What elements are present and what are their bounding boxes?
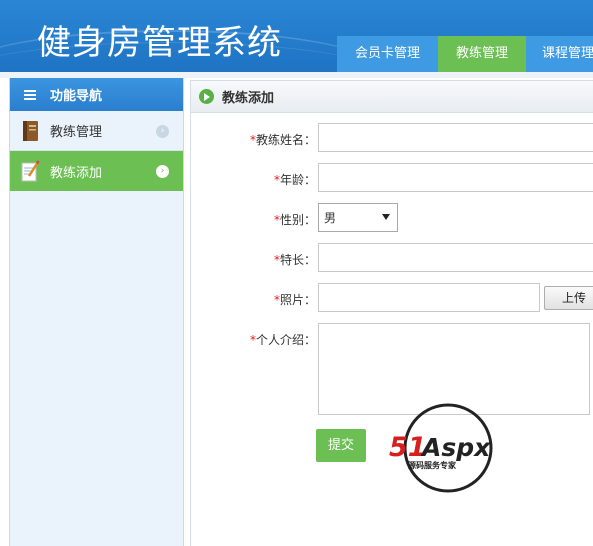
upload-button[interactable]: 上传 — [544, 286, 593, 310]
tab-membership-card[interactable]: 会员卡管理 — [337, 36, 438, 72]
tab-course-management[interactable]: 课程管理 — [526, 36, 593, 72]
svg-text:源码服务专家: 源码服务专家 — [408, 460, 457, 470]
app-title: 健身房管理系统 — [37, 23, 282, 63]
sidebar-item-label: 教练管理 — [50, 125, 103, 140]
dropdown-arrow-icon — [382, 214, 390, 220]
photo-label: *照片： — [273, 293, 316, 307]
age-input[interactable] — [318, 163, 593, 192]
content-header: 教练添加 — [190, 80, 593, 113]
notepad-pencil-icon — [20, 160, 40, 182]
sidebar-item-coach-management[interactable]: 教练管理 › — [10, 111, 183, 151]
gender-selected-value: 男 — [324, 211, 337, 225]
play-icon — [199, 89, 214, 104]
coach-name-label: *教练姓名： — [249, 133, 316, 147]
gender-select[interactable]: 男 — [318, 203, 398, 232]
age-label: *年龄： — [273, 173, 316, 187]
page-title: 教练添加 — [222, 91, 275, 106]
app-header: 健身房管理系统 会员卡管理 教练管理 课程管理 — [0, 0, 593, 72]
sidebar: 功能导航 教练管理 › 教练添加 › — [9, 78, 184, 546]
book-icon — [20, 120, 40, 142]
top-nav: 会员卡管理 教练管理 课程管理 — [337, 36, 593, 72]
coach-name-input[interactable] — [318, 123, 593, 152]
sidebar-item-coach-add[interactable]: 教练添加 › — [10, 151, 183, 191]
svg-text:51: 51 — [389, 432, 427, 463]
chevron-right-icon: › — [156, 165, 169, 178]
specialty-label: *特长： — [273, 253, 316, 267]
sidebar-item-label: 教练添加 — [50, 165, 103, 181]
list-icon — [24, 89, 36, 100]
tab-coach-management[interactable]: 教练管理 — [438, 36, 526, 72]
sidebar-title: 功能导航 — [50, 89, 103, 104]
svg-text:Aspx: Aspx — [420, 433, 491, 462]
submit-button[interactable]: 提交 — [316, 429, 366, 462]
gender-label: *性别： — [273, 213, 316, 227]
specialty-input[interactable] — [318, 243, 593, 272]
sidebar-header: 功能导航 — [10, 78, 183, 111]
photo-path-input[interactable] — [318, 283, 540, 312]
chevron-right-icon: › — [156, 125, 169, 138]
watermark-logo: 51 Aspx 源码服务专家 — [386, 402, 514, 494]
intro-label: *个人介绍： — [249, 333, 316, 347]
